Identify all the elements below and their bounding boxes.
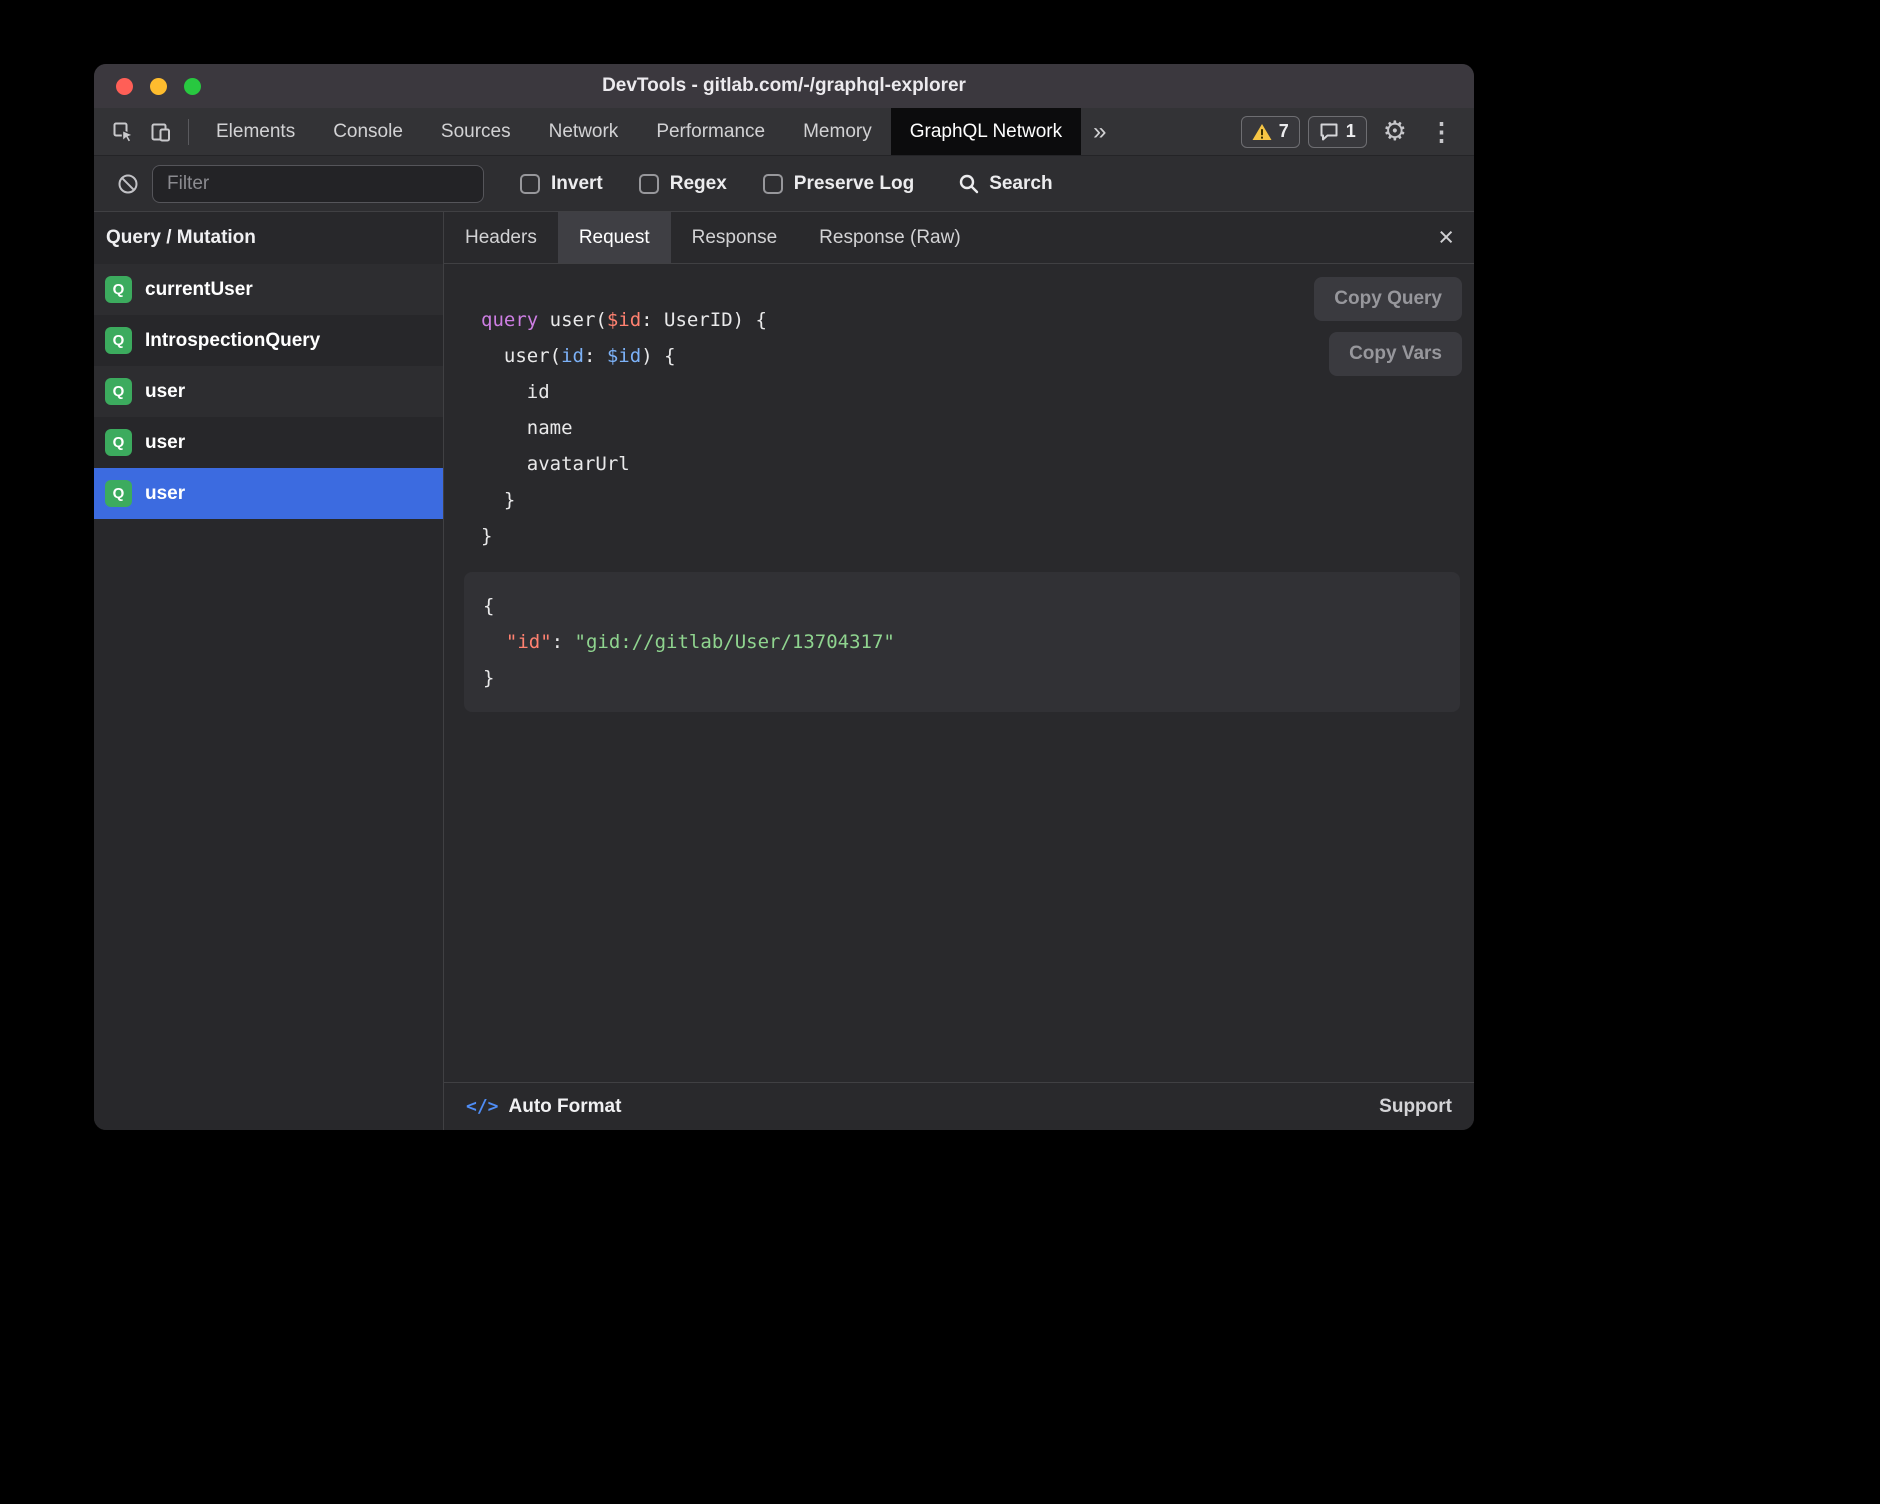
query-item-label: IntrospectionQuery: [145, 330, 320, 352]
clear-button[interactable]: [108, 172, 148, 196]
search-button[interactable]: Search: [958, 173, 1052, 195]
more-tabs-chevron[interactable]: »: [1081, 118, 1118, 146]
device-toolbar-icon: [148, 119, 174, 145]
settings-gear-icon[interactable]: ⚙: [1375, 116, 1415, 147]
query-list-item-introspectionquery[interactable]: Q IntrospectionQuery: [94, 315, 443, 366]
preserve-log-checkbox[interactable]: Preserve Log: [763, 173, 914, 195]
warning-count: 7: [1279, 121, 1289, 142]
auto-format-label: Auto Format: [509, 1096, 622, 1118]
main-split: Query / Mutation Q currentUser Q Introsp…: [94, 212, 1474, 1130]
graphql-variables-box: { "id": "gid://gitlab/User/13704317"}: [464, 572, 1460, 712]
query-type-badge: Q: [105, 429, 132, 456]
query-list-item-currentuser[interactable]: Q currentUser: [94, 264, 443, 315]
window-title: DevTools - gitlab.com/-/graphql-explorer: [94, 75, 1474, 97]
code-line: id: [481, 374, 1474, 410]
code-line: }: [483, 660, 1441, 696]
tab-request[interactable]: Request: [558, 212, 671, 263]
code-line: avatarUrl: [481, 446, 1474, 482]
minimize-window-button[interactable]: [150, 78, 167, 95]
query-type-badge: Q: [105, 378, 132, 405]
tab-memory[interactable]: Memory: [784, 108, 891, 155]
invert-checkbox[interactable]: Invert: [520, 173, 603, 195]
messages-badge[interactable]: 1: [1308, 116, 1367, 148]
toolbar-divider: [188, 119, 189, 145]
inspect-element-button[interactable]: [104, 112, 142, 152]
preserve-log-checkbox-box[interactable]: [763, 174, 783, 194]
search-label: Search: [989, 173, 1052, 195]
toolbar-right-group: 7 1 ⚙ ⋮: [1241, 116, 1474, 148]
code-brackets-icon: </>: [466, 1096, 499, 1117]
filter-input[interactable]: [152, 165, 484, 203]
filter-bar: Invert Regex Preserve Log Search: [94, 156, 1474, 212]
code-line: }: [481, 482, 1474, 518]
tab-network[interactable]: Network: [530, 108, 638, 155]
copy-buttons: Copy Query Copy Vars: [1314, 277, 1462, 376]
block-icon: [116, 172, 140, 196]
warnings-badge[interactable]: 7: [1241, 116, 1300, 148]
support-link[interactable]: Support: [1379, 1096, 1452, 1118]
inspect-cursor-icon: [110, 119, 136, 145]
tab-response-raw[interactable]: Response (Raw): [798, 212, 982, 263]
invert-checkbox-label: Invert: [551, 173, 603, 195]
tab-headers[interactable]: Headers: [444, 212, 558, 263]
query-type-badge: Q: [105, 276, 132, 303]
query-item-label: currentUser: [145, 279, 253, 301]
code-line: "id": "gid://gitlab/User/13704317": [483, 624, 1441, 660]
invert-checkbox-box[interactable]: [520, 174, 540, 194]
query-item-label: user: [145, 483, 185, 505]
copy-query-button[interactable]: Copy Query: [1314, 277, 1462, 321]
tab-performance[interactable]: Performance: [637, 108, 784, 155]
traffic-lights: [116, 78, 201, 95]
copy-vars-button[interactable]: Copy Vars: [1329, 332, 1462, 376]
query-type-badge: Q: [105, 480, 132, 507]
title-bar: DevTools - gitlab.com/-/graphql-explorer: [94, 64, 1474, 108]
query-list-item-user-1[interactable]: Q user: [94, 366, 443, 417]
kebab-menu-icon[interactable]: ⋮: [1423, 117, 1460, 147]
regex-checkbox-label: Regex: [670, 173, 727, 195]
chat-bubble-icon: [1319, 122, 1339, 142]
message-count: 1: [1346, 121, 1356, 142]
search-icon: [958, 173, 980, 195]
query-item-label: user: [145, 432, 185, 454]
detail-tab-bar: Headers Request Response Response (Raw) …: [444, 212, 1474, 264]
tab-response[interactable]: Response: [671, 212, 799, 263]
tab-graphql-network[interactable]: GraphQL Network: [891, 108, 1081, 155]
tab-sources[interactable]: Sources: [422, 108, 530, 155]
detail-panel: Headers Request Response Response (Raw) …: [444, 212, 1474, 1130]
query-list-item-user-3-selected[interactable]: Q user: [94, 468, 443, 519]
regex-checkbox[interactable]: Regex: [639, 173, 727, 195]
query-list-header: Query / Mutation: [94, 212, 443, 264]
zoom-window-button[interactable]: [184, 78, 201, 95]
query-list-panel: Query / Mutation Q currentUser Q Introsp…: [94, 212, 444, 1130]
request-body: Copy Query Copy Vars query user($id: Use…: [444, 264, 1474, 1082]
devtools-window: DevTools - gitlab.com/-/graphql-explorer…: [94, 64, 1474, 1130]
tab-console[interactable]: Console: [314, 108, 422, 155]
device-toolbar-button[interactable]: [142, 112, 180, 152]
close-detail-icon[interactable]: ×: [1438, 224, 1454, 251]
warning-icon: [1252, 123, 1272, 141]
query-list-item-user-2[interactable]: Q user: [94, 417, 443, 468]
query-type-badge: Q: [105, 327, 132, 354]
detail-footer: </> Auto Format Support: [444, 1082, 1474, 1130]
devtools-tab-bar: Elements Console Sources Network Perform…: [94, 108, 1474, 156]
auto-format-button[interactable]: </> Auto Format: [466, 1096, 621, 1118]
tab-elements[interactable]: Elements: [197, 108, 314, 155]
regex-checkbox-box[interactable]: [639, 174, 659, 194]
code-line: }: [481, 518, 1474, 554]
query-item-label: user: [145, 381, 185, 403]
preserve-log-checkbox-label: Preserve Log: [794, 173, 914, 195]
code-line: {: [483, 588, 1441, 624]
close-window-button[interactable]: [116, 78, 133, 95]
code-line: name: [481, 410, 1474, 446]
